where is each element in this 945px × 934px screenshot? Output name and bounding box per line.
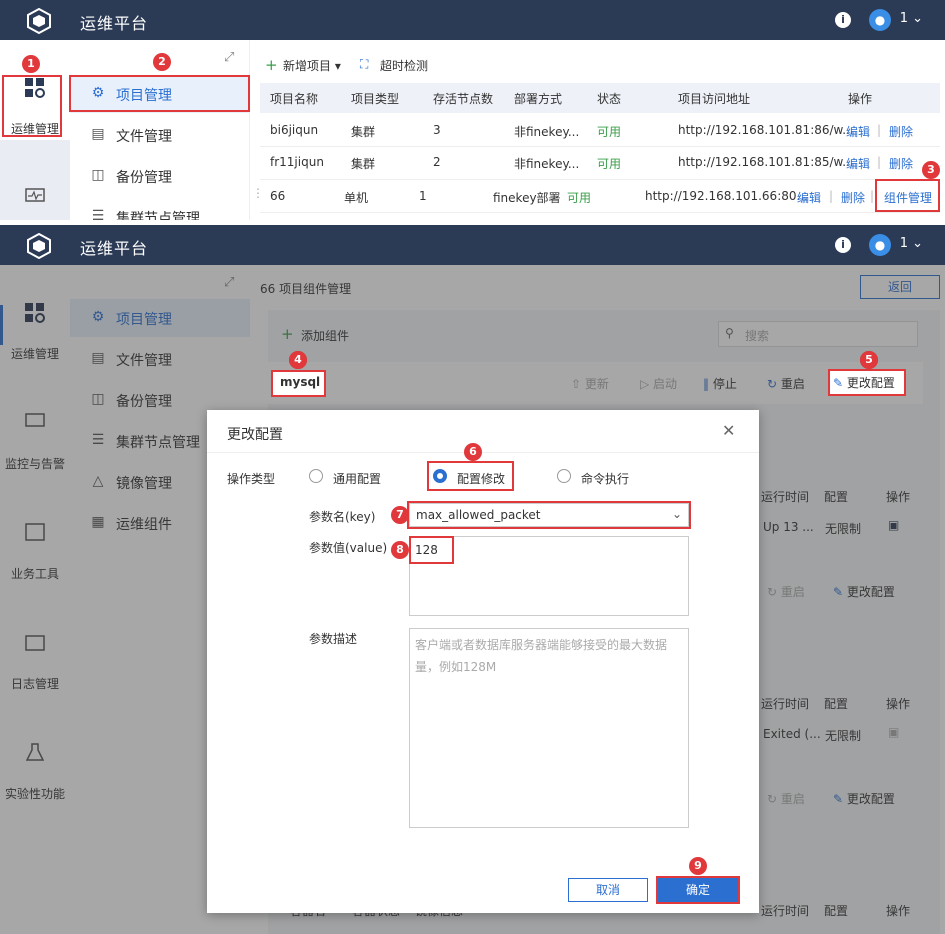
pin-icon[interactable]: ⤢ [224,50,234,65]
col-name: 项目名称 [270,92,319,106]
col-deploy: 部署方式 [514,92,563,106]
app-title: 运维平台 [80,239,149,258]
dialog-title: 更改配置 [227,427,283,443]
cell-deploy: 非finekey... [514,157,580,171]
radio-cmd[interactable] [557,469,571,483]
cancel-button[interactable]: 取消 [568,878,648,902]
badge-4: 4 [289,351,307,369]
radio-cmd-label: 命令执行 [581,472,630,486]
annotation-box-5 [828,369,906,396]
info-icon[interactable]: i [835,12,851,28]
badge-1: 1 [22,55,40,73]
annotation-box-7 [407,501,691,529]
delete-link[interactable]: 删除 [841,189,865,206]
user-avatar-icon[interactable]: ● [869,234,891,256]
desc-textarea-text: 客户端或者数据库服务器端能够接受的最大数据量，例如128M [415,638,668,674]
cell-url[interactable]: http://192.168.101.66:80... [645,189,808,203]
key-label: 参数名(key) [309,510,376,524]
annotation-box-9 [656,876,740,904]
delete-link[interactable]: 删除 [889,155,913,172]
badge-8: 8 [391,541,409,559]
row-divider [260,146,940,147]
annotation-box-8 [409,536,454,564]
backup-icon: ◫ [91,167,105,183]
value-label: 参数值(value) [309,541,388,555]
annotation-box-4 [271,370,326,397]
badge-7: 7 [391,506,409,524]
cell-nodes: 3 [433,123,441,137]
cell-nodes: 1 [419,189,427,203]
col-type: 项目类型 [351,92,400,106]
scan-icon: ⛶ [360,57,369,71]
top-app-bar-2: 运维平台 i ● 1 ⌄ [0,225,945,265]
cell-deploy: finekey部署 [493,191,561,205]
dialog-divider [207,452,759,453]
edit-link[interactable]: 编辑 [846,123,870,140]
cell-url[interactable]: http://192.168.101.81:85/w... [678,155,854,169]
plus-icon: + [265,56,278,74]
edit-link[interactable]: 编辑 [846,155,870,172]
edit-link[interactable]: 编辑 [797,189,821,206]
row-divider [260,212,940,213]
timeout-check-button[interactable]: 超时检测 [380,57,428,74]
separator: | [877,155,882,169]
cell-name: bi6jiqun [270,123,319,137]
app-logo-icon [27,8,51,34]
app-title: 运维平台 [80,14,149,33]
radio-general[interactable] [309,469,323,483]
desc-label: 参数描述 [309,632,358,646]
badge-2: 2 [153,53,171,71]
cell-deploy: 非finekey... [514,125,580,139]
badge-3: 3 [922,161,940,179]
sidebar-item-file[interactable]: ▤ 文件管理 [70,116,250,154]
user-menu[interactable]: 1 ⌄ [900,236,923,251]
sidebar-item-backup[interactable]: ◫ 备份管理 [70,157,250,195]
col-url: 项目访问地址 [678,92,751,106]
separator: | [870,189,875,203]
user-avatar-icon[interactable]: ● [869,9,891,31]
close-icon[interactable]: ✕ [722,421,735,440]
new-project-button[interactable]: 新增项目 ▾ [283,57,341,74]
cell-status: 可用 [597,125,622,139]
col-status: 状态 [597,92,622,106]
monitor-icon[interactable] [25,188,45,206]
radio-general-label: 通用配置 [333,472,382,486]
drag-handle-icon[interactable]: ⋮ [252,186,264,200]
cell-type: 集群 [351,125,376,139]
row-divider [260,179,940,180]
top-app-bar: 运维平台 i ● 1 ⌄ [0,0,945,40]
user-menu[interactable]: 1 ⌄ [900,11,923,26]
annotation-box-1 [2,75,62,137]
op-type-label: 操作类型 [227,472,276,486]
cell-status: 可用 [597,157,622,171]
annotation-box-6 [427,461,514,491]
col-action: 操作 [848,92,873,106]
desc-textarea[interactable]: 客户端或者数据库服务器端能够接受的最大数据量，例如128M [409,628,689,828]
cell-type: 集群 [351,157,376,171]
change-config-dialog: 更改配置 ✕ 操作类型 通用配置 配置修改 6 命令执行 参数名(key) ma… [207,410,759,913]
file-icon: ▤ [91,126,105,142]
separator: | [829,189,834,203]
badge-9: 9 [689,857,707,875]
cell-status: 可用 [567,191,592,205]
badge-6: 6 [464,443,482,461]
cell-url[interactable]: http://192.168.101.81:86/w... [678,123,854,137]
app-logo-icon [27,233,51,259]
badge-5: 5 [860,351,878,369]
annotation-box-2 [69,75,250,112]
separator: | [877,123,882,137]
cell-nodes: 2 [433,155,441,169]
cell-name: 66 [270,189,286,203]
col-nodes: 存活节点数 [433,92,494,106]
cell-name: fr11jiqun [270,155,324,169]
delete-link[interactable]: 删除 [889,123,913,140]
annotation-box-3 [875,179,940,212]
info-icon[interactable]: i [835,237,851,253]
cell-type: 单机 [344,191,369,205]
